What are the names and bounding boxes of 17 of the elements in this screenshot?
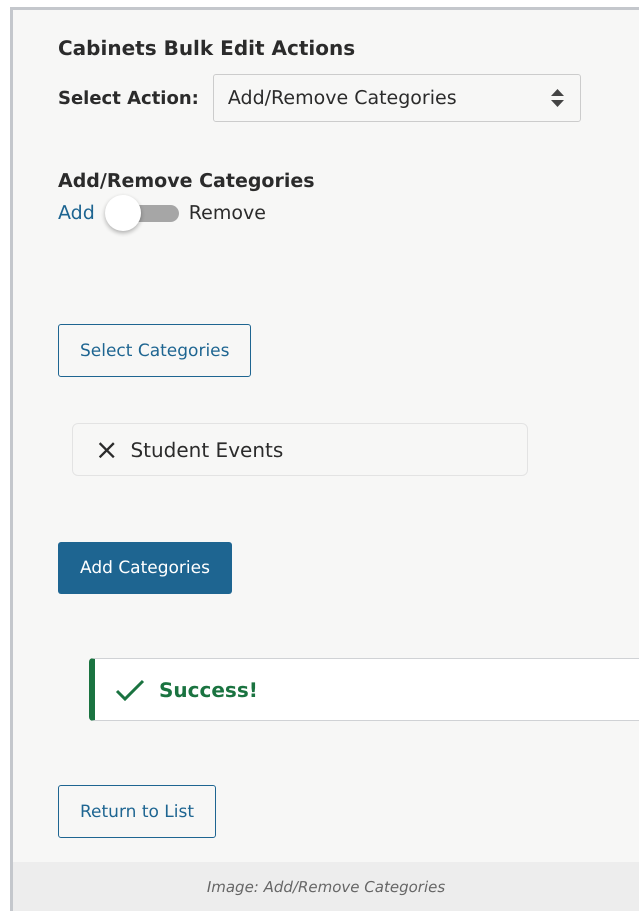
check-icon [115,678,145,700]
chip-label: Student Events [130,438,284,462]
add-categories-button[interactable]: Add Categories [58,542,232,594]
select-label: Select Action: [58,88,199,108]
image-caption: Image: Add/Remove Categories [206,878,446,896]
return-button[interactable]: Return to List [58,785,216,838]
form-title: Cabinets Bulk Edit Actions [58,36,356,60]
add-option: Add [58,202,95,224]
remove-option: Remove [188,202,266,224]
select-categories-button[interactable]: Select Categories [58,324,252,377]
action-select[interactable]: Add/Remove Categories [212,74,581,122]
toggle-thumb[interactable] [104,195,141,231]
mode-toggle[interactable] [104,195,179,231]
section-heading: Add/Remove Categories [58,170,315,192]
alert-message: Success! [159,678,258,702]
remove-button[interactable]: × [95,436,118,464]
sort-caret-icon [550,89,564,107]
